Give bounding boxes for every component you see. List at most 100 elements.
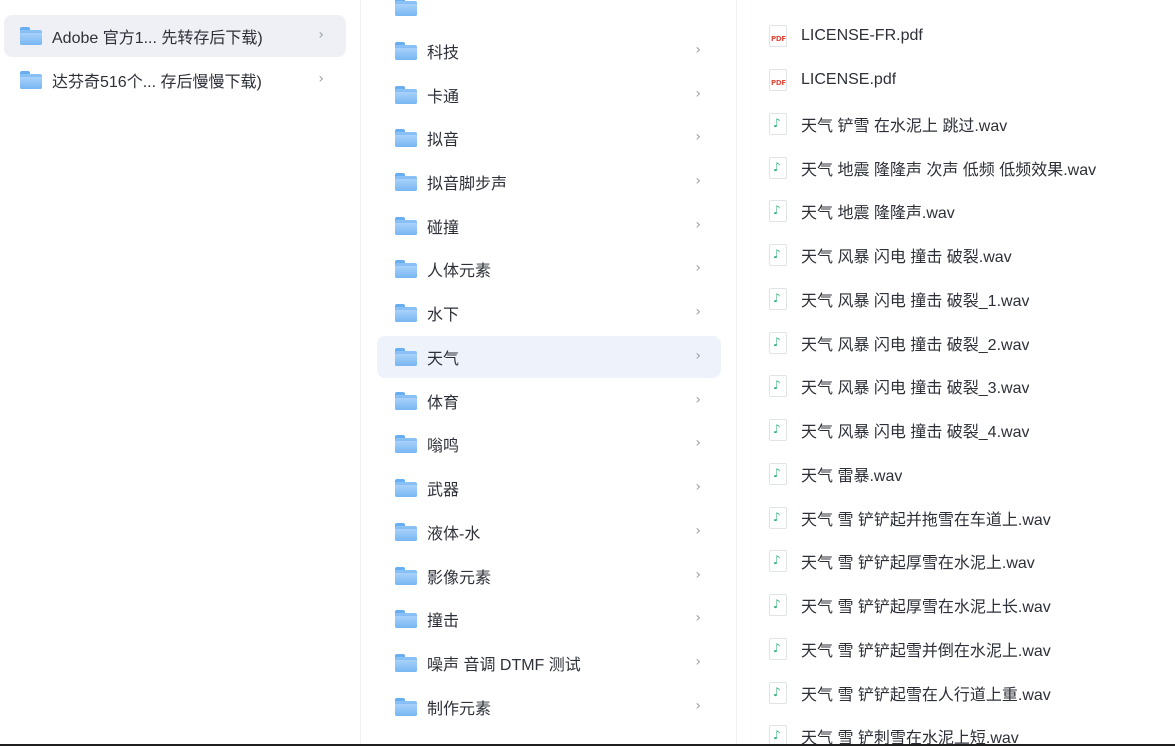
file-label: 天气 风暴 闪电 撞击 破裂_1.wav xyxy=(801,293,1030,310)
folder-icon xyxy=(395,392,417,410)
file-item[interactable]: ♪ 天气 风暴 闪电 撞击 破裂_1.wav xyxy=(751,279,1171,319)
folder-icon xyxy=(395,304,417,322)
folder-item[interactable]: 卡通 › xyxy=(377,74,721,116)
folder-item[interactable]: 影像元素 › xyxy=(377,555,721,597)
chevron-right-icon: › xyxy=(695,42,701,58)
folder-item-partial[interactable] xyxy=(377,0,721,28)
chevron-right-icon: › xyxy=(695,610,701,626)
file-item[interactable]: ♪ 天气 风暴 闪电 撞击 破裂_2.wav xyxy=(751,323,1171,363)
file-item[interactable]: ♪ 天气 风暴 闪电 撞击 破裂_4.wav xyxy=(751,410,1171,450)
folder-item[interactable]: 水下 › xyxy=(377,292,721,334)
folder-label: 水下 xyxy=(427,307,460,324)
folder-icon xyxy=(395,479,417,497)
file-label: 天气 雪 铲铲起厚雪在水泥上长.wav xyxy=(801,599,1051,616)
chevron-right-icon: › xyxy=(695,654,701,670)
folder-label: 拟音脚步声 xyxy=(427,176,508,193)
folder-icon xyxy=(395,129,417,147)
file-item[interactable]: PDF LICENSE.pdf xyxy=(751,60,1171,100)
folder-icon xyxy=(395,217,417,235)
chevron-right-icon: › xyxy=(695,698,701,714)
folder-label: 嗡鸣 xyxy=(427,438,460,455)
file-item[interactable]: ♪ 天气 风暴 闪电 撞击 破裂.wav xyxy=(751,235,1171,275)
chevron-right-icon: › xyxy=(318,71,324,87)
folder-label: Adobe 官方1... 先转存后下载) xyxy=(52,30,263,47)
folder-icon xyxy=(395,523,417,541)
folder-label: 天气 xyxy=(427,351,460,368)
folder-label: 卡通 xyxy=(427,89,460,106)
folder-item-selected[interactable]: 天气 › xyxy=(377,336,721,378)
file-item[interactable]: ♪ 天气 铲雪 在水泥上 跳过.wav xyxy=(751,104,1171,144)
folder-icon xyxy=(395,0,417,16)
folder-label: 科技 xyxy=(427,45,460,62)
folder-item[interactable]: 撞击 › xyxy=(377,598,721,640)
file-item[interactable]: PDF LICENSE-FR.pdf xyxy=(751,16,1171,56)
folder-label: 影像元素 xyxy=(427,570,492,587)
folder-icon xyxy=(395,42,417,60)
folder-label: 噪声 音调 DTMF 测试 xyxy=(427,657,581,674)
chevron-right-icon: › xyxy=(695,523,701,539)
audio-file-icon: ♪ xyxy=(769,200,787,222)
folder-label: 液体-水 xyxy=(427,526,481,543)
audio-file-icon: ♪ xyxy=(769,157,787,179)
file-item[interactable]: ♪ 天气 地震 隆隆声.wav xyxy=(751,191,1171,231)
folder-item[interactable]: 碰撞 › xyxy=(377,205,721,247)
file-label: 天气 地震 隆隆声.wav xyxy=(801,205,955,222)
folder-item[interactable]: 液体-水 › xyxy=(377,511,721,553)
file-item[interactable]: ♪ 天气 雷暴.wav xyxy=(751,454,1171,494)
folder-item[interactable]: 武器 › xyxy=(377,467,721,509)
chevron-right-icon: › xyxy=(318,27,324,43)
file-item[interactable]: ♪ 天气 雪 铲铲起厚雪在水泥上长.wav xyxy=(751,585,1171,625)
folder-icon xyxy=(395,435,417,453)
folder-item-adobe[interactable]: Adobe 官方1... 先转存后下载) › xyxy=(4,15,346,57)
file-item[interactable]: ♪ 天气 雪 铲刺雪在水泥上短.wav xyxy=(751,716,1171,746)
folder-item[interactable]: 人体元素 › xyxy=(377,248,721,290)
file-list-column: PDF LICENSE-FR.pdf PDF LICENSE.pdf ♪ 天气 … xyxy=(737,0,1175,746)
audio-file-icon: ♪ xyxy=(769,375,787,397)
folder-icon xyxy=(395,654,417,672)
file-item[interactable]: ♪ 天气 雪 铲铲起雪在人行道上重.wav xyxy=(751,673,1171,713)
folder-item[interactable]: 噪声 音调 DTMF 测试 › xyxy=(377,642,721,684)
file-item[interactable]: ♪ 天气 雪 铲铲起厚雪在水泥上.wav xyxy=(751,541,1171,581)
file-label: LICENSE.pdf xyxy=(801,71,897,88)
file-item[interactable]: ♪ 天气 雪 铲铲起并拖雪在车道上.wav xyxy=(751,498,1171,538)
chevron-right-icon: › xyxy=(695,173,701,189)
folder-item-davinci[interactable]: 达芬奇516个... 存后慢慢下载) › xyxy=(4,59,346,101)
file-item[interactable]: ♪ 天气 雪 铲铲起雪并倒在水泥上.wav xyxy=(751,629,1171,669)
folder-icon xyxy=(395,86,417,104)
subfolder-column: 科技 › 卡通 › 拟音 › 拟音脚步声 › 碰撞 › 人体元素 › 水下 › … xyxy=(361,0,737,746)
folder-item[interactable]: 体育 › xyxy=(377,380,721,422)
folder-label: 武器 xyxy=(427,482,460,499)
audio-file-icon: ♪ xyxy=(769,725,787,746)
file-label: 天气 地震 隆隆声 次声 低频 低频效果.wav xyxy=(801,162,1097,179)
root-folder-column: Adobe 官方1... 先转存后下载) › 达芬奇516个... 存后慢慢下载… xyxy=(0,0,361,746)
chevron-right-icon: › xyxy=(695,86,701,102)
file-column-browser: Adobe 官方1... 先转存后下载) › 达芬奇516个... 存后慢慢下载… xyxy=(0,0,1175,746)
pdf-file-icon: PDF xyxy=(769,69,787,91)
file-label: 天气 风暴 闪电 撞击 破裂_4.wav xyxy=(801,424,1030,441)
folder-icon xyxy=(395,348,417,366)
file-label: 天气 雪 铲铲起雪在人行道上重.wav xyxy=(801,687,1051,704)
audio-file-icon: ♪ xyxy=(769,113,787,135)
chevron-right-icon: › xyxy=(695,567,701,583)
chevron-right-icon: › xyxy=(695,260,701,276)
file-label: LICENSE-FR.pdf xyxy=(801,27,923,44)
file-item[interactable]: ♪ 天气 地震 隆隆声 次声 低频 低频效果.wav xyxy=(751,148,1171,188)
folder-label: 拟音 xyxy=(427,132,460,149)
folder-icon xyxy=(395,260,417,278)
folder-item[interactable]: 拟音 › xyxy=(377,117,721,159)
folder-label: 达芬奇516个... 存后慢慢下载) xyxy=(52,74,262,91)
folder-item[interactable]: 嗡鸣 › xyxy=(377,423,721,465)
file-label: 天气 风暴 闪电 撞击 破裂.wav xyxy=(801,249,1012,266)
folder-item[interactable]: 制作元素 › xyxy=(377,686,721,728)
folder-icon xyxy=(395,567,417,585)
file-label: 天气 雪 铲铲起并拖雪在车道上.wav xyxy=(801,512,1051,529)
chevron-right-icon: › xyxy=(695,348,701,364)
folder-label: 制作元素 xyxy=(427,701,492,718)
audio-file-icon: ♪ xyxy=(769,638,787,660)
folder-item[interactable]: 科技 › xyxy=(377,30,721,72)
pdf-file-icon: PDF xyxy=(769,25,787,47)
audio-file-icon: ♪ xyxy=(769,288,787,310)
folder-item[interactable]: 拟音脚步声 › xyxy=(377,161,721,203)
file-item[interactable]: ♪ 天气 风暴 闪电 撞击 破裂_3.wav xyxy=(751,366,1171,406)
chevron-right-icon: › xyxy=(695,392,701,408)
